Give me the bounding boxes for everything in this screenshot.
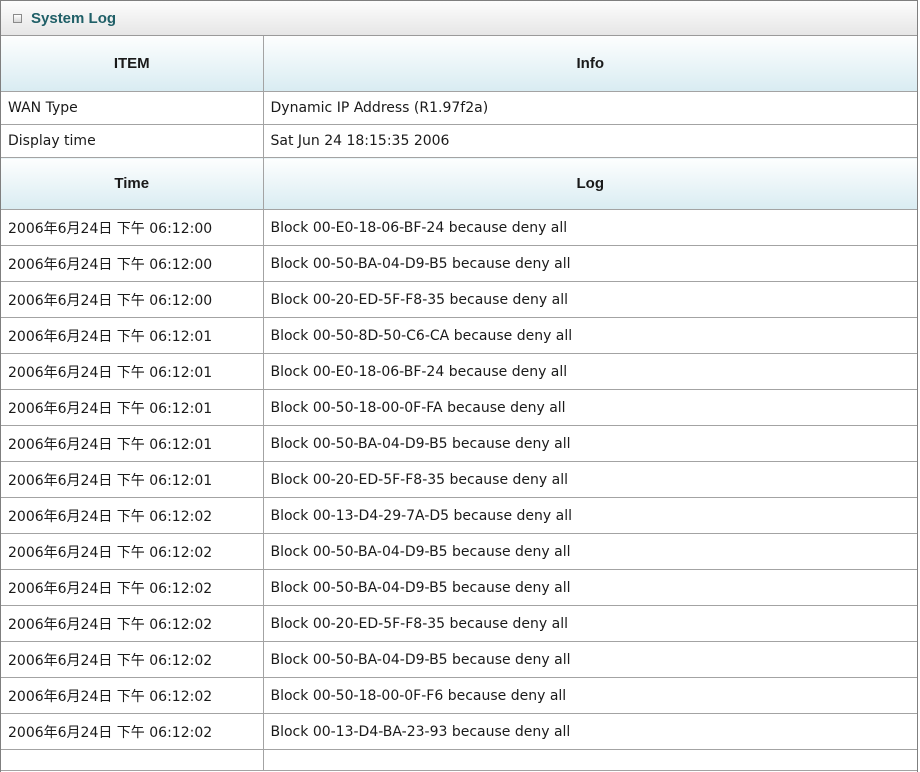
log-message: Block 00-50-BA-04-D9-B5 because deny all: [262, 425, 917, 462]
info-item-value: Dynamic IP Address (R1.97f2a): [262, 91, 917, 125]
empty-cell: [1, 749, 264, 771]
info-item-label: Display time: [1, 124, 264, 158]
log-row: 2006年6月24日 下午 06:12:01 Block 00-50-BA-04-…: [1, 425, 917, 462]
log-time: 2006年6月24日 下午 06:12:00: [1, 245, 264, 282]
info-item-label: WAN Type: [1, 91, 264, 125]
log-entries: 2006年6月24日 下午 06:12:00 Block 00-E0-18-06-…: [1, 209, 917, 750]
log-row: 2006年6月24日 下午 06:12:02 Block 00-13-D4-29-…: [1, 497, 917, 534]
log-message: Block 00-50-18-00-0F-FA because deny all: [262, 389, 917, 426]
log-row: 2006年6月24日 下午 06:12:02 Block 00-50-BA-04-…: [1, 641, 917, 678]
log-row: 2006年6月24日 下午 06:12:01 Block 00-20-ED-5F-…: [1, 461, 917, 498]
log-time: 2006年6月24日 下午 06:12:01: [1, 389, 264, 426]
log-time: 2006年6月24日 下午 06:12:01: [1, 425, 264, 462]
log-time: 2006年6月24日 下午 06:12:01: [1, 461, 264, 498]
log-message: Block 00-13-D4-BA-23-93 because deny all: [262, 713, 917, 750]
log-time: 2006年6月24日 下午 06:12:02: [1, 569, 264, 606]
log-message: Block 00-50-18-00-0F-F6 because deny all: [262, 677, 917, 714]
log-message: Block 00-E0-18-06-BF-24 because deny all: [262, 353, 917, 390]
log-message: Block 00-50-8D-50-C6-CA because deny all: [262, 317, 917, 354]
log-time: 2006年6月24日 下午 06:12:01: [1, 353, 264, 390]
log-time: 2006年6月24日 下午 06:12:02: [1, 641, 264, 678]
log-message: Block 00-20-ED-5F-F8-35 because deny all: [262, 281, 917, 318]
log-message: Block 00-50-BA-04-D9-B5 because deny all: [262, 641, 917, 678]
log-row: 2006年6月24日 下午 06:12:02 Block 00-50-BA-04-…: [1, 533, 917, 570]
log-time: 2006年6月24日 下午 06:12:01: [1, 317, 264, 354]
log-message: Block 00-50-BA-04-D9-B5 because deny all: [262, 533, 917, 570]
log-row: 2006年6月24日 下午 06:12:01 Block 00-E0-18-06-…: [1, 353, 917, 390]
square-bullet-icon: [13, 13, 22, 23]
log-row: 2006年6月24日 下午 06:12:02 Block 00-50-18-00-…: [1, 677, 917, 714]
empty-cell: [262, 749, 917, 771]
log-row: 2006年6月24日 下午 06:12:02 Block 00-20-ED-5F-…: [1, 605, 917, 642]
log-time: 2006年6月24日 下午 06:12:00: [1, 209, 264, 246]
log-header-row: Time Log: [1, 157, 917, 210]
column-header-log: Log: [262, 157, 917, 210]
log-time: 2006年6月24日 下午 06:12:02: [1, 605, 264, 642]
log-row: 2006年6月24日 下午 06:12:00 Block 00-50-BA-04-…: [1, 245, 917, 282]
column-header-info: Info: [262, 36, 917, 92]
info-row-wan-type: WAN Type Dynamic IP Address (R1.97f2a): [1, 91, 917, 125]
info-row-display-time: Display time Sat Jun 24 18:15:35 2006: [1, 124, 917, 158]
info-item-value: Sat Jun 24 18:15:35 2006: [262, 124, 917, 158]
system-log-panel: System Log ITEM Info WAN Type Dynamic IP…: [0, 0, 918, 772]
log-row: 2006年6月24日 下午 06:12:00 Block 00-E0-18-06-…: [1, 209, 917, 246]
panel-title: System Log: [31, 9, 117, 27]
log-time: 2006年6月24日 下午 06:12:00: [1, 281, 264, 318]
log-message: Block 00-E0-18-06-BF-24 because deny all: [262, 209, 917, 246]
log-message: Block 00-50-BA-04-D9-B5 because deny all: [262, 245, 917, 282]
log-row: 2006年6月24日 下午 06:12:02 Block 00-13-D4-BA-…: [1, 713, 917, 750]
panel-titlebar: System Log: [1, 0, 917, 36]
log-message: Block 00-20-ED-5F-F8-35 because deny all: [262, 605, 917, 642]
log-message: Block 00-20-ED-5F-F8-35 because deny all: [262, 461, 917, 498]
log-message: Block 00-50-BA-04-D9-B5 because deny all: [262, 569, 917, 606]
log-row: 2006年6月24日 下午 06:12:00 Block 00-20-ED-5F-…: [1, 281, 917, 318]
log-row: 2006年6月24日 下午 06:12:02 Block 00-50-BA-04-…: [1, 569, 917, 606]
column-header-item: ITEM: [1, 36, 264, 92]
log-message: Block 00-13-D4-29-7A-D5 because deny all: [262, 497, 917, 534]
log-time: 2006年6月24日 下午 06:12:02: [1, 677, 264, 714]
log-row: 2006年6月24日 下午 06:12:01 Block 00-50-8D-50-…: [1, 317, 917, 354]
log-time: 2006年6月24日 下午 06:12:02: [1, 533, 264, 570]
system-log-table: ITEM Info WAN Type Dynamic IP Address (R…: [1, 36, 917, 771]
log-tail-row: [1, 749, 917, 771]
log-row: 2006年6月24日 下午 06:12:01 Block 00-50-18-00-…: [1, 389, 917, 426]
log-time: 2006年6月24日 下午 06:12:02: [1, 497, 264, 534]
column-header-time: Time: [1, 157, 264, 210]
info-header-row: ITEM Info: [1, 36, 917, 92]
log-time: 2006年6月24日 下午 06:12:02: [1, 713, 264, 750]
